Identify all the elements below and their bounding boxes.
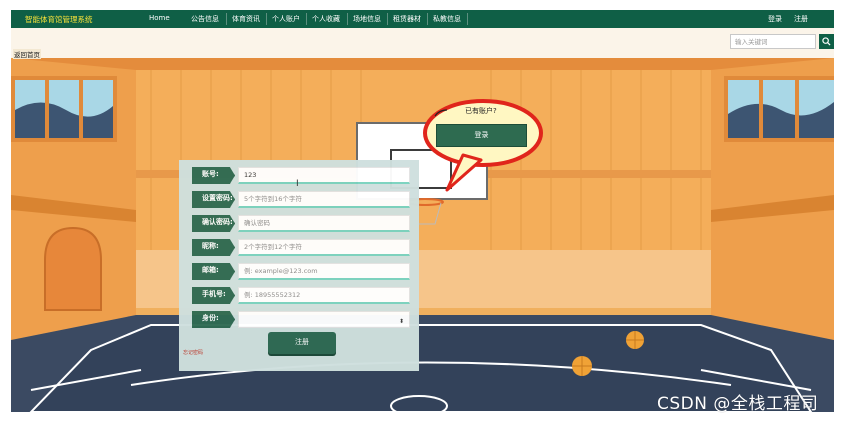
field-label: 账号: [192, 167, 235, 184]
search-input[interactable]: 输入关键词 [730, 34, 816, 49]
form-row-email: 邮箱: 例: example@123.com [179, 263, 419, 282]
form-row-password: 设置密码: 5个字符到16个字符 [179, 191, 419, 210]
form-row-confirm-password: 确认密码: 确认密码 [179, 215, 419, 234]
forgot-password-link[interactable]: 忘记密码 [183, 349, 203, 356]
top-navbar: 智能体育馆管理系统 Home 公告信息 体育资讯 个人账户 个人收藏 场地信息 … [11, 10, 834, 28]
field-label: 确认密码: [192, 215, 235, 232]
back-home-link[interactable]: 返回首页 [13, 49, 41, 59]
balloon-login-button[interactable]: 登录 [436, 124, 527, 147]
nav-item-favorites[interactable]: 个人收藏 [312, 14, 340, 24]
nav-item-personal-account[interactable]: 个人账户 [272, 14, 300, 24]
browser-viewport: 智能体育馆管理系统 Home 公告信息 体育资讯 个人账户 个人收藏 场地信息 … [11, 10, 834, 412]
field-label: 设置密码: [192, 191, 235, 208]
field-label: 昵称: [192, 239, 235, 256]
search-icon [822, 37, 831, 46]
field-label: 邮箱: [192, 263, 235, 280]
nav-login-link[interactable]: 登录 [768, 14, 782, 24]
nav-item-home[interactable]: Home [149, 14, 170, 22]
phone-field[interactable]: 例: 18955552312 [238, 287, 410, 304]
nav-item-venues[interactable]: 场地信息 [353, 14, 381, 24]
nav-divider [427, 13, 428, 25]
register-form: 账号: 123 设置密码: 5个字符到16个字符 确认密码: 确认密码 昵称: … [179, 160, 419, 371]
nav-item-sports-news[interactable]: 体育资讯 [232, 14, 260, 24]
nav-register-link[interactable]: 注册 [794, 14, 808, 24]
search-button[interactable] [819, 34, 834, 49]
field-label: 身份: [192, 311, 235, 328]
nav-item-announcements[interactable]: 公告信息 [191, 14, 219, 24]
have-account-text: 已有账户? [465, 107, 497, 115]
form-row-identity: 身份: ⬍ [179, 311, 419, 330]
nav-divider [266, 13, 267, 25]
nav-divider [347, 13, 348, 25]
nav-divider [467, 13, 468, 25]
select-arrows-icon: ⬍ [398, 318, 404, 325]
watermark: CSDN @全栈工程司 [657, 394, 819, 414]
nav-divider [387, 13, 388, 25]
identity-select[interactable]: ⬍ [238, 311, 410, 328]
email-field[interactable]: 例: example@123.com [238, 263, 410, 280]
nav-item-equipment-rental[interactable]: 租赁器材 [393, 14, 421, 24]
form-row-nickname: 昵称: 2个字符到12个字符 [179, 239, 419, 258]
nickname-field[interactable]: 2个字符到12个字符 [238, 239, 410, 256]
nav-item-private-coach[interactable]: 私教信息 [433, 14, 461, 24]
password-field[interactable]: 5个字符到16个字符 [238, 191, 410, 208]
search-strip [11, 28, 834, 58]
site-brand[interactable]: 智能体育馆管理系统 [25, 14, 93, 25]
text-cursor-icon: I [296, 179, 299, 189]
nav-divider [306, 13, 307, 25]
confirm-password-field[interactable]: 确认密码 [238, 215, 410, 232]
account-field[interactable]: 123 [238, 167, 410, 184]
gym-background [11, 58, 834, 412]
register-submit-button[interactable]: 注册 [268, 332, 336, 354]
field-label: 手机号: [192, 287, 235, 304]
form-row-phone: 手机号: 例: 18955552312 [179, 287, 419, 306]
form-row-account: 账号: 123 [179, 167, 419, 186]
nav-divider [226, 13, 227, 25]
